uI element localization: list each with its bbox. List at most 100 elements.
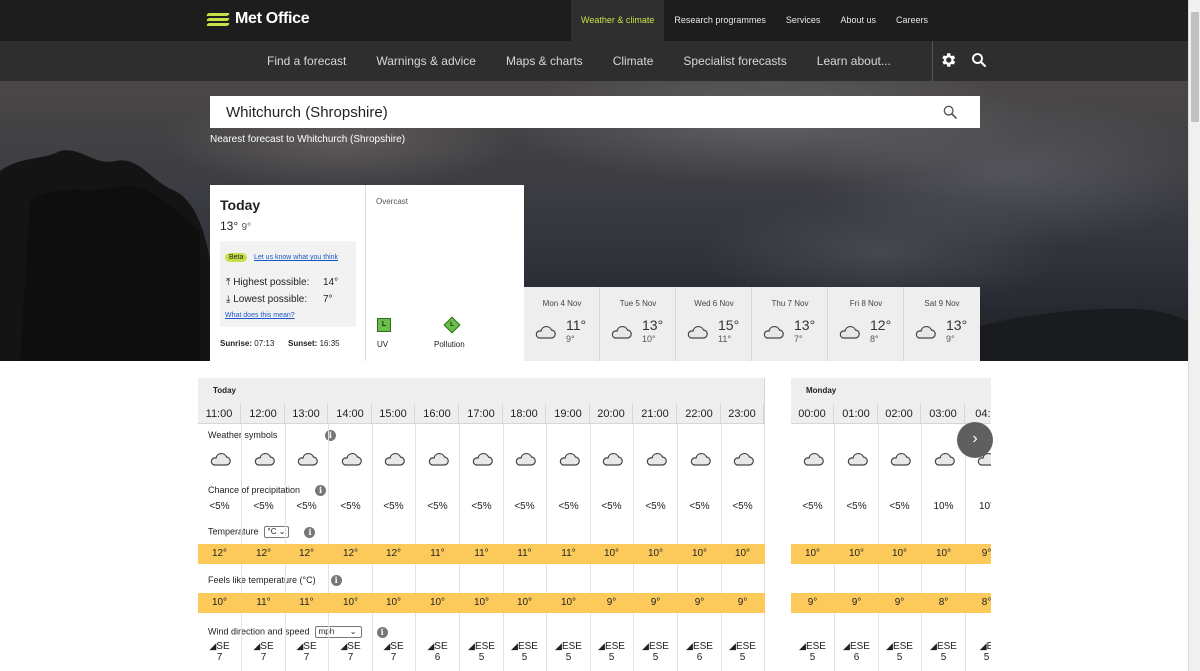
what-does-this-mean-link[interactable]: What does this mean? xyxy=(225,312,295,319)
nav-climate[interactable]: Climate xyxy=(598,41,669,81)
condition-label: Overcast xyxy=(376,197,409,206)
toplink-weather-climate[interactable]: Weather & climate xyxy=(571,0,665,41)
location-search-input[interactable] xyxy=(210,96,910,128)
info-icon[interactable]: i xyxy=(324,430,336,442)
wind-cell: ◢ESE 6 xyxy=(678,641,721,663)
wind-unit-select[interactable]: mph ⌄ xyxy=(314,626,362,638)
hour-time: 17:00 xyxy=(460,404,503,424)
met-office-logo[interactable]: Met Office xyxy=(206,10,310,28)
overcast-cloud-icon xyxy=(721,452,764,466)
day-high: 13° xyxy=(642,317,664,333)
search-icon[interactable] xyxy=(970,51,990,71)
feels-like-value: 10° xyxy=(429,597,446,608)
wind-direction: ESE xyxy=(892,641,913,652)
feels-like-cell: 10° xyxy=(372,593,416,613)
info-icon[interactable]: i xyxy=(376,626,388,638)
feels-like-cell: 9° xyxy=(835,593,879,613)
nav-learn-about[interactable]: Learn about... xyxy=(802,41,906,81)
feels-like-cell: 10° xyxy=(329,593,373,613)
overcast-cloud-icon xyxy=(198,452,241,466)
wind-direction: ESE xyxy=(849,641,870,652)
toplink-services[interactable]: Services xyxy=(776,0,831,41)
day-tab[interactable]: Tue 5 Nov 13° 10° xyxy=(600,287,676,361)
day-tab[interactable]: Wed 6 Nov 15° 11° xyxy=(676,287,752,361)
wind-speed: 7 xyxy=(303,652,310,663)
wind-direction: ESE xyxy=(735,641,756,652)
temperature-value: 10° xyxy=(734,548,751,559)
day-name: Mon 4 Nov xyxy=(542,299,582,308)
nav-warnings[interactable]: Warnings & advice xyxy=(361,41,491,81)
temperature-value: 11° xyxy=(517,548,532,559)
feels-like-cell: 11° xyxy=(242,593,286,613)
feels-like-cell: 9° xyxy=(634,593,678,613)
hour-time: 12:00 xyxy=(242,404,285,424)
hour-time: 13:00 xyxy=(285,404,328,424)
info-icon[interactable]: i xyxy=(330,575,342,587)
temperature-cell: 12° xyxy=(242,544,286,564)
day-low: 9° xyxy=(566,334,575,344)
today-high: 13° xyxy=(220,219,239,233)
temperature-value: 12° xyxy=(342,548,359,559)
scrollbar-thumb[interactable] xyxy=(1191,12,1199,122)
temperature-cell: 10° xyxy=(634,544,678,564)
nav-specialist[interactable]: Specialist forecasts xyxy=(668,41,801,81)
precip-chance: <5% xyxy=(846,501,867,512)
gear-icon[interactable] xyxy=(939,51,959,71)
wind-arrow-icon: ◢ xyxy=(468,641,475,651)
temperature-value: 10° xyxy=(804,548,821,559)
wind-speed: 5 xyxy=(739,652,746,663)
overcast-cloud-icon xyxy=(878,452,921,466)
feels-like-value: 8° xyxy=(981,597,991,608)
temperature-label: Temperature °C ⌄ i xyxy=(208,526,316,538)
nav-maps-charts[interactable]: Maps & charts xyxy=(491,41,598,81)
feedback-link[interactable]: Let us know what you think xyxy=(254,254,338,261)
next-hours-button[interactable]: › xyxy=(957,422,993,458)
wind-direction: SE xyxy=(390,641,404,652)
wind-speed: 5 xyxy=(478,652,485,663)
day-name: Tue 5 Nov xyxy=(619,299,657,308)
info-icon[interactable]: i xyxy=(315,485,327,497)
precip-chance: <5% xyxy=(558,501,579,512)
day-tab[interactable]: Fri 8 Nov 12° 8° xyxy=(828,287,904,361)
feels-like-value: 10° xyxy=(560,597,577,608)
wind-cell: ◢ESE 5 xyxy=(547,641,590,663)
feels-like-value: 8° xyxy=(938,597,949,608)
hour-time: 02:00 xyxy=(878,404,921,424)
feels-like-value: 9° xyxy=(807,597,818,608)
day-low: 10° xyxy=(642,334,656,344)
today-title: Today xyxy=(220,197,261,213)
info-icon[interactable]: i xyxy=(304,526,316,538)
overcast-cloud-icon xyxy=(460,452,503,466)
wind-cell: ◢ESE 5 xyxy=(460,641,503,663)
nav-find-forecast[interactable]: Find a forecast xyxy=(252,41,361,81)
wind-direction: SE xyxy=(434,641,448,652)
toplink-careers[interactable]: Careers xyxy=(886,0,938,41)
vertical-scrollbar[interactable] xyxy=(1188,0,1200,671)
overcast-cloud-icon xyxy=(285,452,328,466)
wind-direction: SE xyxy=(216,641,230,652)
temperature-value: 12° xyxy=(385,548,402,559)
temperature-cell: 10° xyxy=(922,544,966,564)
feels-like-label: Feels like temperature (°C) i xyxy=(208,575,342,587)
day-tab[interactable]: Sat 9 Nov 13° 9° xyxy=(904,287,980,361)
lowest-possible-row: ⤓ Lowest possible: 7° xyxy=(226,294,333,305)
overcast-cloud-icon xyxy=(634,452,677,466)
day-tab[interactable]: Thu 7 Nov 13° 7° xyxy=(752,287,828,361)
logo-mark-icon xyxy=(206,12,230,26)
hour-time: 18:00 xyxy=(503,404,546,424)
wind-speed: 6 xyxy=(696,652,703,663)
toplink-about[interactable]: About us xyxy=(830,0,886,41)
nav-divider xyxy=(932,41,933,81)
wind-speed: 7 xyxy=(347,652,354,663)
feels-like-cell: 10° xyxy=(460,593,504,613)
search-icon[interactable] xyxy=(942,104,958,120)
wind-speed: 5 xyxy=(652,652,659,663)
temperature-value: 11° xyxy=(561,548,576,559)
toplink-research[interactable]: Research programmes xyxy=(664,0,776,41)
feels-like-value: 9° xyxy=(694,597,705,608)
feels-like-value: 9° xyxy=(851,597,862,608)
wind-arrow-icon: ◢ xyxy=(979,641,987,651)
hour-time: 03:00 xyxy=(922,404,965,424)
temperature-value: 12° xyxy=(298,548,315,559)
day-tab[interactable]: Mon 4 Nov 11° 9° xyxy=(524,287,600,361)
